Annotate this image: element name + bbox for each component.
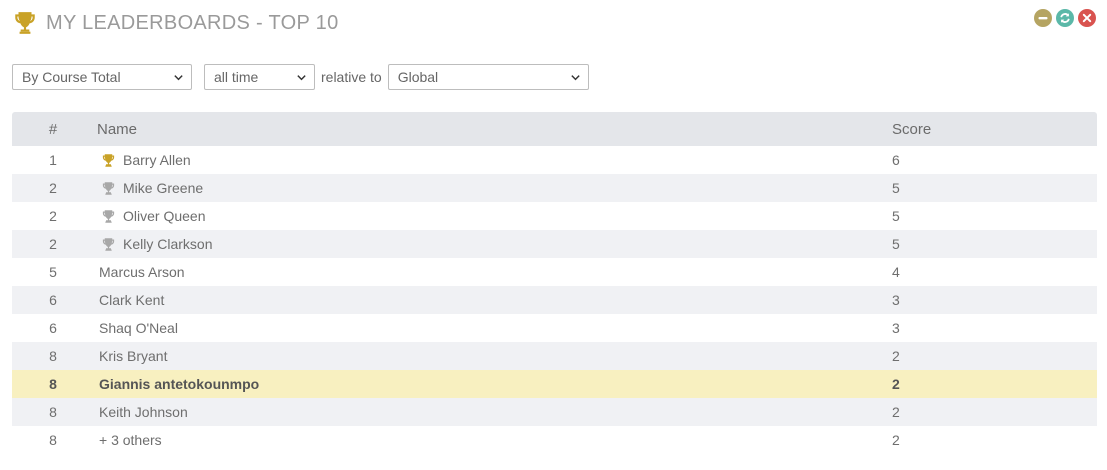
close-button[interactable]	[1078, 9, 1096, 27]
rank-cell: 6	[49, 292, 57, 308]
page-title: MY LEADERBOARDS - TOP 10	[46, 11, 339, 34]
name-cell: Mike Greene	[94, 180, 889, 196]
rank-cell: 6	[49, 320, 57, 336]
chevron-down-icon	[297, 74, 306, 80]
name-cell: Shaq O'Neal	[94, 320, 889, 336]
chevron-down-icon	[174, 74, 183, 80]
rank-cell: 8	[49, 376, 57, 392]
player-name: Clark Kent	[99, 292, 165, 308]
table-row: 1 Barry Allen 6	[12, 146, 1097, 174]
rank-cell: 8	[49, 404, 57, 420]
player-name: Shaq O'Neal	[99, 320, 178, 336]
table-row: 8 Keith Johnson 2	[12, 398, 1097, 426]
table-row: 2 Kelly Clarkson 5	[12, 230, 1097, 258]
trophy-icon	[102, 209, 115, 223]
trophy-icon	[15, 12, 35, 34]
window-controls	[1034, 9, 1096, 27]
rank-cell: 8	[49, 348, 57, 364]
name-cell: Marcus Arson	[94, 264, 889, 280]
scope-value: Global	[397, 69, 439, 85]
score-cell: 2	[892, 348, 900, 364]
refresh-button[interactable]	[1056, 9, 1074, 27]
close-icon	[1078, 9, 1096, 27]
rank-cell: 1	[49, 152, 57, 168]
table-row: 8 Kris Bryant 2	[12, 342, 1097, 370]
rank-cell: 5	[49, 264, 57, 280]
rank-cell: 2	[49, 180, 57, 196]
name-cell: + 3 others	[94, 432, 889, 448]
score-cell: 4	[892, 264, 900, 280]
score-cell: 2	[892, 376, 900, 392]
player-name: Barry Allen	[123, 152, 191, 168]
player-name: Marcus Arson	[99, 264, 185, 280]
table-body: 1 Barry Allen 6 2 Mike Greene 5 2 Oliver Queen 5…	[12, 146, 1097, 454]
name-column-header[interactable]: Name	[94, 121, 889, 138]
name-cell: Barry Allen	[94, 152, 889, 168]
player-name: Mike Greene	[123, 180, 204, 196]
table-row: 2 Mike Greene 5	[12, 174, 1097, 202]
player-name: Kris Bryant	[99, 348, 168, 364]
table-row: 8 + 3 others 2	[12, 426, 1097, 454]
score-cell: 3	[892, 320, 900, 336]
trophy-icon	[102, 237, 115, 251]
name-cell: Giannis antetokounmpo	[94, 376, 889, 392]
score-cell: 5	[892, 180, 900, 196]
name-cell: Oliver Queen	[94, 208, 889, 224]
score-cell: 2	[892, 404, 900, 420]
rank-cell: 8	[49, 432, 57, 448]
table-row: 5 Marcus Arson 4	[12, 258, 1097, 286]
current-user-row: 8 Giannis antetokounmpo 2	[12, 370, 1097, 398]
score-cell: 5	[892, 208, 900, 224]
minimize-button[interactable]	[1034, 9, 1052, 27]
player-name: Oliver Queen	[123, 208, 206, 224]
name-cell: Kelly Clarkson	[94, 236, 889, 252]
period-value: all time	[214, 69, 259, 85]
sort-by-value: By Course Total	[22, 69, 121, 85]
name-cell: Clark Kent	[94, 292, 889, 308]
score-cell: 5	[892, 236, 900, 252]
rank-cell: 2	[49, 208, 57, 224]
player-name: Giannis antetokounmpo	[99, 376, 260, 392]
score-cell: 6	[892, 152, 900, 168]
filter-bar: By Course Total all time relative to Glo…	[12, 64, 589, 90]
name-cell: Keith Johnson	[94, 404, 889, 420]
table-row: 6 Shaq O'Neal 3	[12, 314, 1097, 342]
trophy-icon	[102, 153, 115, 167]
period-select[interactable]: all time	[204, 64, 315, 90]
relative-to-label: relative to	[321, 69, 382, 85]
trophy-icon	[102, 181, 115, 195]
leaderboard-table: # Name Score 1 Barry Allen 6 2 Mike Greene 5 2…	[12, 112, 1097, 454]
name-cell: Kris Bryant	[94, 348, 889, 364]
rank-cell: 2	[49, 236, 57, 252]
player-name: Kelly Clarkson	[123, 236, 213, 252]
table-row: 6 Clark Kent 3	[12, 286, 1097, 314]
score-column-header[interactable]: Score	[889, 121, 1097, 138]
sort-by-select[interactable]: By Course Total	[12, 64, 192, 90]
panel-header: MY LEADERBOARDS - TOP 10	[12, 8, 339, 38]
score-cell: 2	[892, 432, 900, 448]
table-row: 2 Oliver Queen 5	[12, 202, 1097, 230]
chevron-down-icon	[571, 74, 580, 80]
rank-column-header[interactable]: #	[12, 121, 94, 138]
table-header: # Name Score	[12, 112, 1097, 146]
score-cell: 3	[892, 292, 900, 308]
scope-select[interactable]: Global	[387, 64, 589, 90]
player-name: + 3 others	[99, 432, 162, 448]
player-name: Keith Johnson	[99, 404, 188, 420]
refresh-icon	[1056, 9, 1074, 27]
minimize-icon	[1034, 9, 1052, 27]
